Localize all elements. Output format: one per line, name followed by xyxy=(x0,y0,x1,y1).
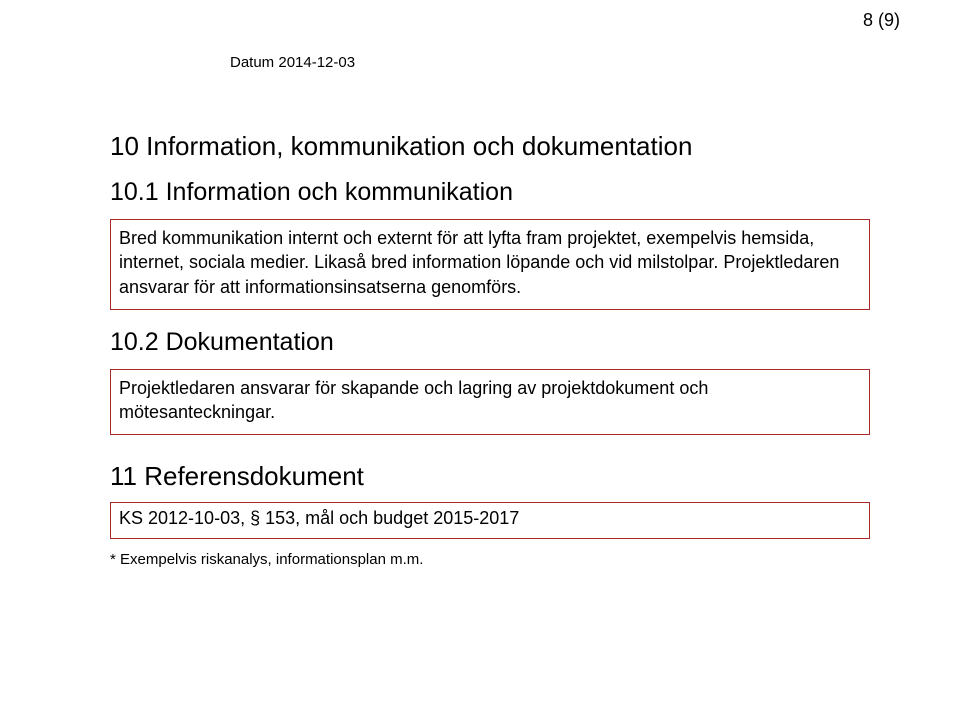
section-11-box: KS 2012-10-03, § 153, mål och budget 201… xyxy=(110,502,870,538)
footnote: * Exempelvis riskanalys, informationspla… xyxy=(110,551,870,568)
document-page: 8 (9) Datum 2014-12-03 10 Information, k… xyxy=(0,0,960,588)
section-11-text: KS 2012-10-03, § 153, mål och budget 201… xyxy=(119,506,861,530)
date-line: Datum 2014-12-03 xyxy=(230,54,870,71)
section-10-1-box: Bred kommunikation internt och externt f… xyxy=(110,219,870,310)
section-10-1-title: 10.1 Information och kommunikation xyxy=(110,178,870,207)
section-11-title: 11 Referensdokument xyxy=(110,461,870,492)
section-10-title: 10 Information, kommunikation och dokume… xyxy=(110,131,870,162)
section-10-1-text: Bred kommunikation internt och externt f… xyxy=(119,226,861,299)
section-10-2-text: Projektledaren ansvarar för skapande och… xyxy=(119,376,861,425)
section-10-2-title: 10.2 Dokumentation xyxy=(110,328,870,357)
section-10-2-box: Projektledaren ansvarar för skapande och… xyxy=(110,369,870,436)
page-number: 8 (9) xyxy=(863,10,900,31)
